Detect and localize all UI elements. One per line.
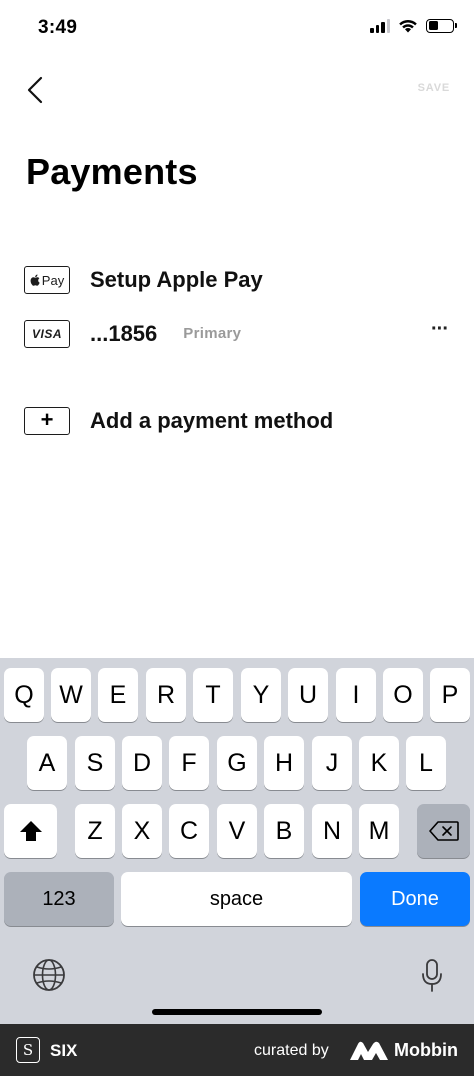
save-button[interactable]: SAVE <box>418 82 450 94</box>
keyboard: Q W E R T Y U I O P A S D F G H J K L Z … <box>0 658 474 1024</box>
wifi-icon <box>399 19 417 33</box>
delete-key[interactable] <box>417 804 470 858</box>
status-bar: 3:49 <box>0 0 474 56</box>
more-options-button[interactable]: ··· <box>425 318 454 349</box>
curated-by-label: curated by <box>254 1042 329 1059</box>
key-c[interactable]: C <box>169 804 209 858</box>
visa-icon: VISA <box>24 319 70 348</box>
six-app-logo: S <box>16 1037 40 1063</box>
globe-button[interactable] <box>32 958 66 997</box>
key-k[interactable]: K <box>359 736 399 790</box>
key-a[interactable]: A <box>27 736 67 790</box>
apple-pay-icon: Pay <box>24 266 70 294</box>
key-p[interactable]: P <box>430 668 470 722</box>
status-time: 3:49 <box>38 17 78 38</box>
status-icons <box>370 18 457 33</box>
key-u[interactable]: U <box>288 668 328 722</box>
key-l[interactable]: L <box>406 736 446 790</box>
key-n[interactable]: N <box>312 804 352 858</box>
globe-icon <box>33 959 65 991</box>
key-j[interactable]: J <box>312 736 352 790</box>
key-o[interactable]: O <box>383 668 423 722</box>
key-r[interactable]: R <box>146 668 186 722</box>
microphone-icon <box>422 959 442 992</box>
footer-bar: S SIX curated by Mobbin <box>0 1024 474 1076</box>
primary-badge: Primary <box>183 325 242 342</box>
chevron-left-icon <box>27 76 43 104</box>
done-key[interactable]: Done <box>360 872 470 926</box>
shift-arrow-icon <box>19 821 42 841</box>
key-f[interactable]: F <box>169 736 209 790</box>
mobbin-brand: Mobbin <box>394 1040 458 1060</box>
key-i[interactable]: I <box>336 668 376 722</box>
card-number-label: ...1856 <box>90 320 158 346</box>
add-payment-method-label: Add a payment method <box>90 408 334 433</box>
key-b[interactable]: B <box>264 804 304 858</box>
key-e[interactable]: E <box>98 668 138 722</box>
home-indicator <box>152 1009 322 1015</box>
key-q[interactable]: Q <box>4 668 44 722</box>
mobbin-logo-icon <box>350 1041 388 1060</box>
key-x[interactable]: X <box>122 804 162 858</box>
key-y[interactable]: Y <box>241 668 281 722</box>
cellular-signal-icon <box>370 18 390 33</box>
page-title: Payments <box>26 151 198 192</box>
key-d[interactable]: D <box>122 736 162 790</box>
backspace-icon <box>428 821 459 841</box>
shift-key[interactable] <box>4 804 57 858</box>
add-payment-method-row[interactable]: + Add a payment method <box>24 407 454 435</box>
battery-icon <box>426 18 457 33</box>
setup-apple-pay-row[interactable]: Pay Setup Apple Pay <box>24 266 454 294</box>
key-v[interactable]: V <box>217 804 257 858</box>
space-key[interactable]: space <box>121 872 352 926</box>
app-name: SIX <box>50 1041 78 1060</box>
back-button[interactable] <box>18 70 52 110</box>
setup-apple-pay-label: Setup Apple Pay <box>90 267 263 292</box>
apple-logo-icon <box>30 274 40 286</box>
numbers-key[interactable]: 123 <box>4 872 114 926</box>
key-m[interactable]: M <box>359 804 399 858</box>
plus-icon: + <box>24 407 70 435</box>
microphone-button[interactable] <box>420 958 444 999</box>
key-h[interactable]: H <box>264 736 304 790</box>
key-s[interactable]: S <box>75 736 115 790</box>
key-w[interactable]: W <box>51 668 91 722</box>
visa-card-row[interactable]: VISA ...1856 Primary ··· <box>24 318 454 349</box>
key-g[interactable]: G <box>217 736 257 790</box>
key-z[interactable]: Z <box>75 804 115 858</box>
key-t[interactable]: T <box>193 668 233 722</box>
